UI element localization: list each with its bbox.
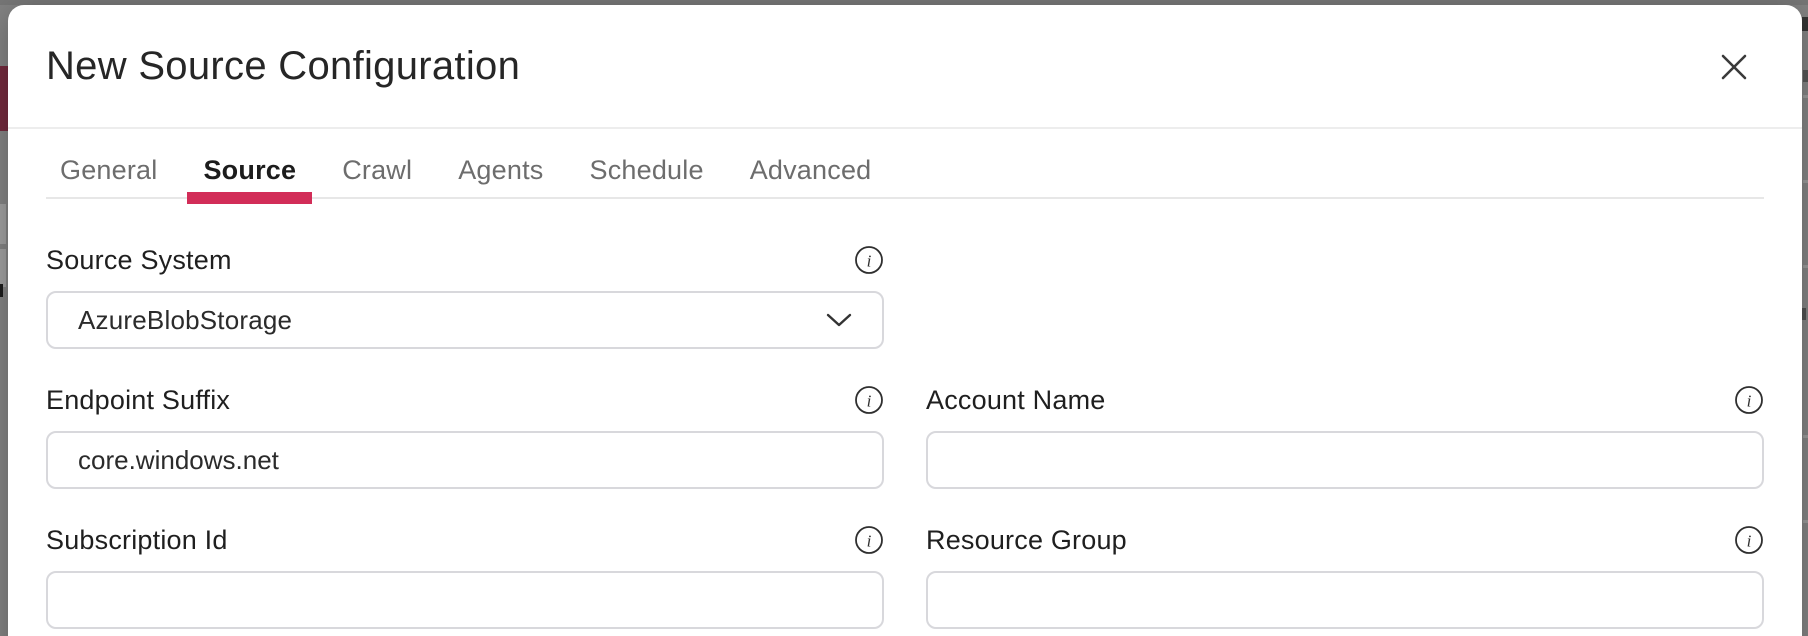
backdrop-fragment xyxy=(0,204,6,244)
svg-text:i: i xyxy=(1747,532,1752,551)
backdrop-fragment xyxy=(1803,520,1808,523)
svg-text:i: i xyxy=(1747,392,1752,411)
field-source-system: Source System i AzureBlobStorage xyxy=(46,245,884,349)
source-system-select[interactable]: AzureBlobStorage xyxy=(46,291,884,349)
info-icon[interactable]: i xyxy=(854,245,884,275)
backdrop-fragment xyxy=(1803,95,1808,98)
backdrop-fragment-maroon xyxy=(0,66,8,131)
backdrop-fragment xyxy=(0,284,3,297)
field-resource-group: Resource Group i xyxy=(926,525,1764,629)
resource-group-label: Resource Group xyxy=(926,525,1127,555)
subscription-id-input[interactable] xyxy=(46,571,884,629)
info-icon[interactable]: i xyxy=(1734,525,1764,555)
dialog-tabs: General Source Crawl Agents Schedule Adv… xyxy=(46,129,1764,199)
backdrop-fragment xyxy=(1802,308,1806,320)
info-icon[interactable]: i xyxy=(854,385,884,415)
field-subscription-id: Subscription Id i xyxy=(46,525,884,629)
dialog-header: New Source Configuration xyxy=(8,5,1802,129)
screen: New Source Configuration General Source … xyxy=(0,0,1808,636)
backdrop-fragment xyxy=(1802,17,1808,31)
tab-source[interactable]: Source xyxy=(203,155,296,197)
source-form: Source System i AzureBlobStorage xyxy=(46,245,1764,629)
empty-cell xyxy=(926,245,1764,349)
tab-general[interactable]: General xyxy=(60,155,157,197)
backdrop-fragment xyxy=(1803,265,1808,268)
backdrop-fragment xyxy=(1803,180,1808,183)
tab-advanced[interactable]: Advanced xyxy=(750,155,872,197)
account-name-input[interactable] xyxy=(926,431,1764,489)
tab-agents[interactable]: Agents xyxy=(458,155,543,197)
tab-crawl[interactable]: Crawl xyxy=(342,155,412,197)
chevron-down-icon xyxy=(826,313,852,327)
backdrop-fragment xyxy=(0,249,6,287)
dialog-title: New Source Configuration xyxy=(46,43,1764,89)
source-system-selected-value: AzureBlobStorage xyxy=(78,305,292,336)
svg-text:i: i xyxy=(867,252,872,271)
subscription-id-label: Subscription Id xyxy=(46,525,228,555)
account-name-label: Account Name xyxy=(926,385,1105,415)
backdrop-fragment xyxy=(1803,70,1808,82)
info-icon[interactable]: i xyxy=(1734,385,1764,415)
close-button[interactable] xyxy=(1716,49,1752,85)
source-system-label: Source System xyxy=(46,245,232,275)
field-account-name: Account Name i xyxy=(926,385,1764,489)
endpoint-suffix-label: Endpoint Suffix xyxy=(46,385,230,415)
info-icon[interactable]: i xyxy=(854,525,884,555)
endpoint-suffix-input[interactable] xyxy=(46,431,884,489)
field-endpoint-suffix: Endpoint Suffix i xyxy=(46,385,884,489)
svg-text:i: i xyxy=(867,392,872,411)
backdrop-fragment xyxy=(1803,435,1808,438)
resource-group-input[interactable] xyxy=(926,571,1764,629)
x-icon xyxy=(1718,51,1750,83)
new-source-configuration-dialog: New Source Configuration General Source … xyxy=(8,5,1802,636)
tab-schedule[interactable]: Schedule xyxy=(589,155,703,197)
svg-text:i: i xyxy=(867,532,872,551)
